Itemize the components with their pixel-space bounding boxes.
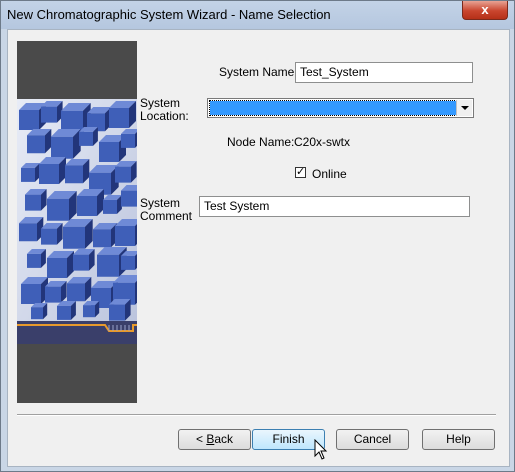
system-name-label: System Name: <box>219 65 298 79</box>
online-checkbox[interactable]: ✓ <box>295 167 306 178</box>
system-comment-label-line2: Comment <box>140 209 193 223</box>
node-name-value: C20x-swtx <box>294 135 351 149</box>
back-button-rest: ack <box>214 432 234 446</box>
chevron-down-icon[interactable] <box>456 100 472 116</box>
wizard-window: New Chromatographic System Wizard - Name… <box>0 0 515 472</box>
cubes-artwork-icon <box>17 99 137 344</box>
mouse-cursor-icon <box>314 439 328 460</box>
system-name-field[interactable]: Test_System <box>295 62 473 83</box>
close-button[interactable]: x <box>462 1 508 20</box>
system-comment-field[interactable]: Test System <box>199 196 470 217</box>
system-location-dropdown[interactable] <box>207 98 474 118</box>
cancel-button[interactable]: Cancel <box>336 429 409 450</box>
back-button[interactable]: < Back <box>178 429 251 450</box>
title-bar: New Chromatographic System Wizard - Name… <box>1 1 514 29</box>
system-location-selection <box>209 100 457 116</box>
button-separator <box>17 414 496 416</box>
wizard-side-image <box>17 41 137 403</box>
system-location-label-line2: Location: <box>140 109 189 123</box>
help-button[interactable]: Help <box>422 429 495 450</box>
close-icon: x <box>481 2 489 17</box>
back-button-prefix: < <box>195 432 207 446</box>
checkmark-icon: ✓ <box>296 166 306 178</box>
online-label: Online <box>312 167 347 181</box>
window-title: New Chromatographic System Wizard - Name… <box>7 7 331 22</box>
node-name-label: Node Name: <box>227 135 295 149</box>
wizard-body: System Name: Test_System System Location… <box>7 29 510 467</box>
